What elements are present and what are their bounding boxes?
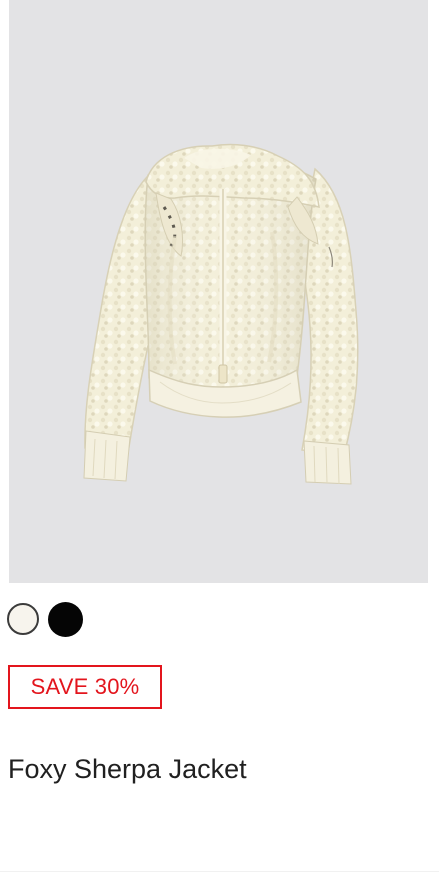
product-image[interactable] <box>9 0 428 583</box>
left-cuff <box>83 430 131 482</box>
ivory-swatch[interactable] <box>7 603 39 635</box>
sale-badge: SAVE 30% <box>8 665 162 709</box>
black-swatch[interactable] <box>48 602 83 637</box>
right-cuff <box>303 440 352 485</box>
product-card[interactable]: SAVE 30% Foxy Sherpa Jacket <box>0 0 439 876</box>
color-swatches <box>7 602 83 637</box>
bottom-divider <box>0 871 439 872</box>
product-title[interactable]: Foxy Sherpa Jacket <box>8 751 268 787</box>
sherpa-jacket-image <box>83 143 359 485</box>
